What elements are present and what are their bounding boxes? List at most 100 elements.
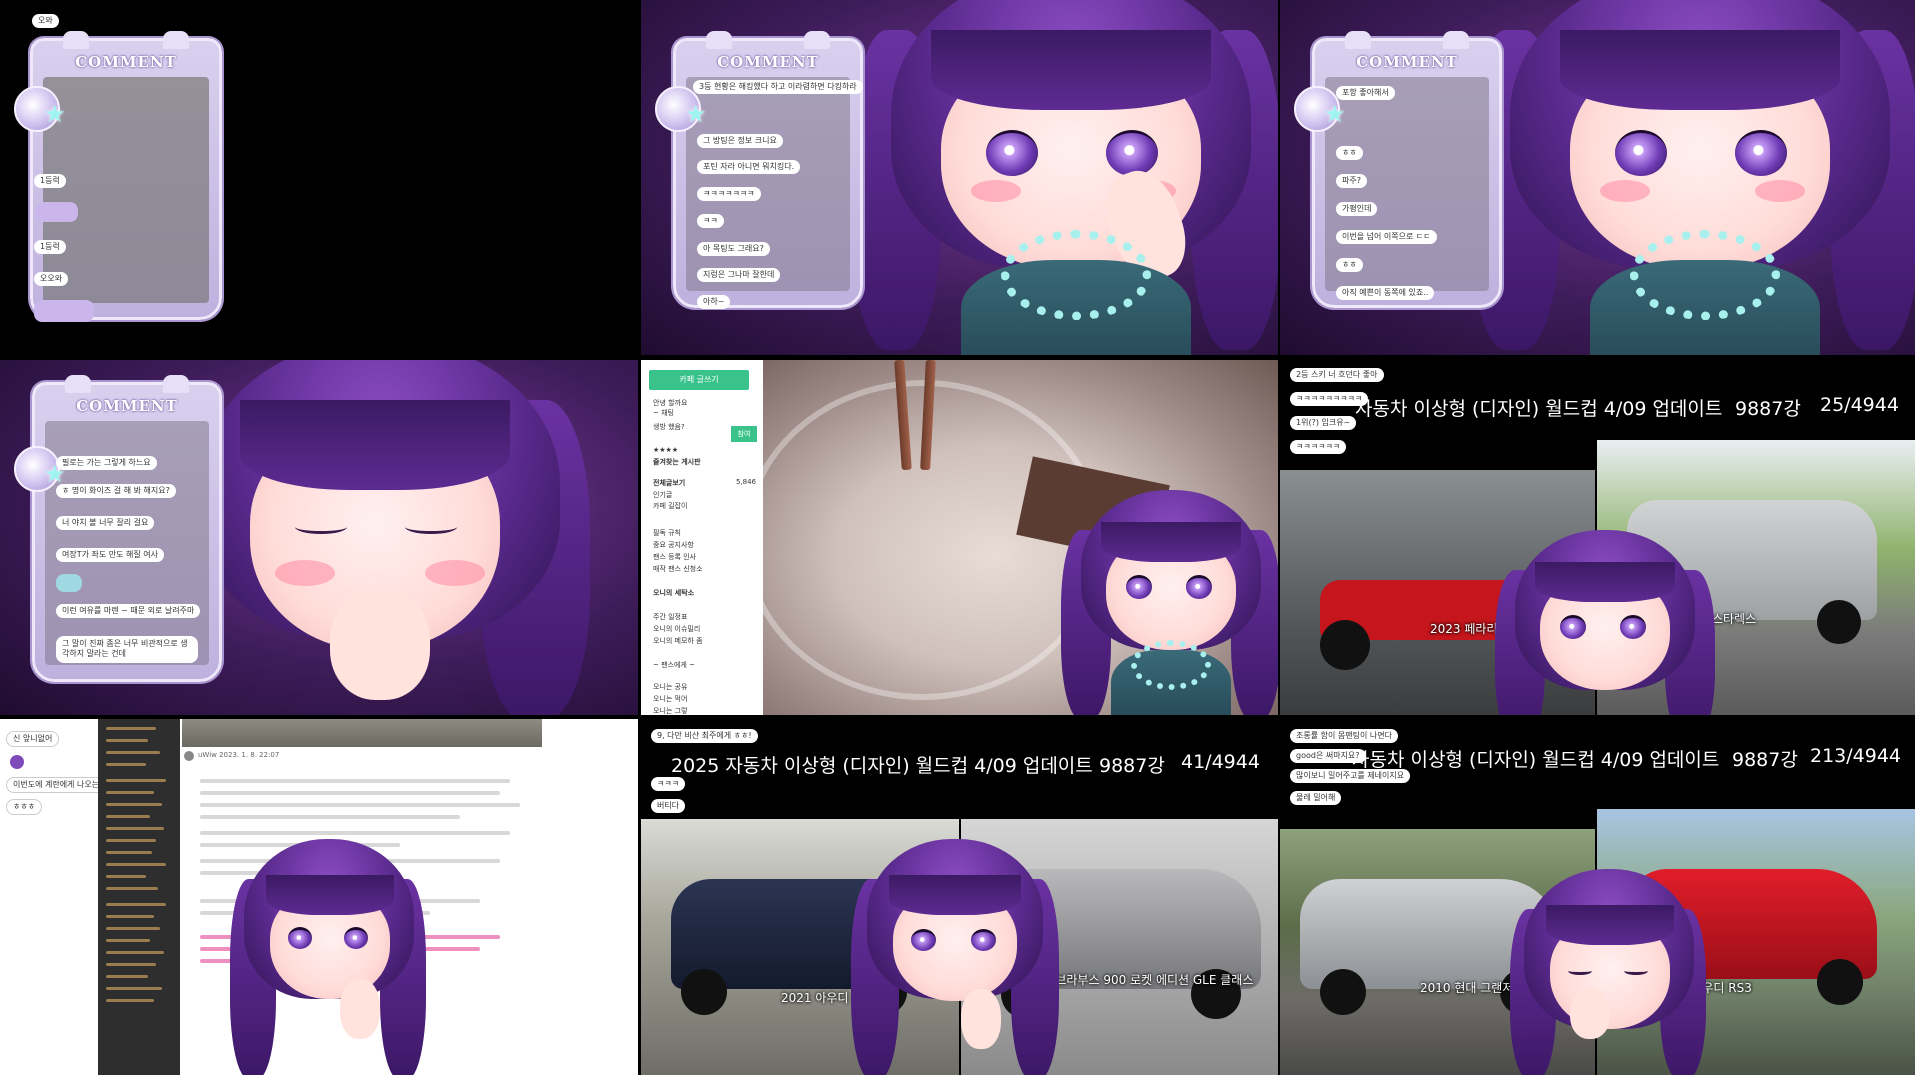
chat-message: good은 써마지요? [1290,749,1366,763]
chat-message: 9, 다만 비산 최주에게 ㅎㅎ! [651,729,758,743]
sidebar-item-guide[interactable]: 카페 길잡이 [653,501,687,511]
match-progress: 41/4944 [1181,751,1260,773]
chat-message: 1위(?) 임크유~ [1290,416,1357,430]
chat-message: ㅎㅎ [1336,258,1363,272]
star-icon: ★ [1324,100,1346,128]
worldcup-header: 2025 자동차 이상형 (디자인) 월드컵 4/09 업데이트 9887강 4… [641,743,1278,783]
chat-message: 버티다 [651,799,686,813]
chat-message: ㅎ 명이 화이즈 걸 해 봐 해지요? [56,484,176,498]
panel-comment-only: COMMENT ★ 오와 1등럭 1등럭 오오와 [0,0,638,355]
panel-stream-closeup-3: COMMENT ★ 필로는 가는 그렇게 하느요 ㅎ 명이 화이즈 걸 해 봐 … [0,360,638,715]
chat-message: 1등럭 [34,174,66,188]
chat-message: 필로는 가는 그렇게 하느요 [56,456,157,470]
blog-chat-column: 신 앞니없어 이번도에 계란에게 나오는데 바람에 ㅎㅎㅎ [0,719,139,1075]
avatar [10,755,24,769]
chat-message: 3등 현황은 해킹했다 하고 이라렴하면 다킹하라 [693,80,863,94]
sidebar-line: ~ 채팅 [653,409,674,417]
chat-message: ㅎㅎ [1336,146,1363,160]
chat-message: 아 목팅도 그래요? [697,242,770,256]
chat-message: 이런 여유를 마렌 ~ 때문 외로 날려주마 [56,604,201,618]
match-progress: 25/4944 [1820,394,1899,416]
avatar [184,751,194,761]
sidebar-item-issue[interactable]: 오니의 이슈밀리 [653,624,700,634]
comment-title: COMMENT [76,397,178,415]
worldcup-title: 자동차 이상형 (디자인) 월드컵 4/09 업데이트 [1352,749,1720,771]
chat-emote [36,202,78,222]
cafe-write-button[interactable]: 카페 글쓰기 [649,370,749,390]
blog-category-tree [98,719,180,1075]
worldcup-header: 자동차 이상형 (디자인) 월드컵 4/09 업데이트 9887강 25/494… [1280,386,1915,426]
sidebar-line: 안녕 할까요 [653,399,688,407]
match-progress: 213/4944 [1810,745,1902,767]
chat-message: 여장T가 좌도 만도 해질 여사 [56,548,165,562]
chat-message: 그 방팅은 정보 크니요 [697,134,783,148]
comment-title: COMMENT [75,53,177,71]
round-size: 9887강 [1732,749,1798,771]
chat-message: 아하~ [697,295,731,309]
chat-message: ㅋㅋㅋ [651,777,686,791]
chat-message: 지렁은 그나마 잘한데 [697,268,781,282]
chat-message: 조롱률 함이 몸팬팅이 나면다 [1290,729,1398,743]
panel-car-worldcup-1: 자동차 이상형 (디자인) 월드컵 4/09 업데이트 9887강 25/494… [1280,360,1915,715]
panel-car-worldcup-3: 자동차 이상형 (디자인) 월드컵 4/09 업데이트 9887강 213/49… [1280,719,1915,1075]
round-size: 9887강 [1735,398,1801,420]
chat-message: ㅋㅋㅋㅋㅋㅋㅋ [697,187,761,201]
vtuber-avatar [851,839,1061,1075]
chat-message: 1등럭 [34,240,66,254]
vtuber-avatar [230,839,430,1075]
chat-emote [34,300,94,322]
sidebar-item-rules[interactable]: 필독 규칙 [653,528,681,538]
worldcup-title: 자동차 이상형 (디자인) 월드컵 4/09 업데이트 [1355,398,1723,420]
chat-message: 포항 좋아해서 [1336,86,1395,100]
chat-message: 오오와 [34,272,69,286]
star-icon: ★ [685,100,707,128]
sidebar-item-favorite-boards[interactable]: 즐겨찾는 게시판 [653,457,701,467]
sidebar-item-share[interactable]: 오니는 공유 [653,682,687,692]
sidebar-section: 오니의 세탁소 [653,589,695,597]
panel-cafe-food: 카페 글쓰기 안녕 할까요 ~ 채팅 생방 했음? 참여 ★★★★ 즐겨찾는 게… [641,360,1278,715]
sidebar-item-greeting[interactable]: 팬스 등록 인사 [653,552,696,562]
comment-title: COMMENT [717,53,819,71]
sidebar-item-apply[interactable]: 매작 팬스 신청소 [653,564,703,574]
sidebar-item-notice[interactable]: 중요 공지사항 [653,540,694,550]
comment-feed [686,77,850,291]
blog-author: uWiw 2023. 1. 8. 22:07 [198,751,280,759]
star-icon: ★ [44,100,66,128]
vtuber-avatar [851,0,1278,355]
blog-header-image [182,719,542,747]
sidebar-line: 생방 했음? [653,423,685,431]
vtuber-avatar [1061,490,1278,715]
worldcup-title: 2025 자동차 이상형 (디자인) 월드컵 4/09 업데이트 [671,755,1093,777]
vtuber-avatar [1495,530,1715,715]
vtuber-avatar [180,360,620,715]
chat-message: 너 야치 볼 너무 잘리 걸요 [56,516,155,530]
panel-stream-closeup-2: COMMENT ★ 포항 좋아해서 ㅎㅎ 파주? 가평인데 이번을 넘어 이쪽으… [1280,0,1915,355]
chat-message: 포틴 자라 아니면 뭐치킹다. [697,160,801,174]
comment-title: COMMENT [1356,53,1458,71]
chat-message: 신 앞니없어 [6,731,60,747]
sidebar-item-popular[interactable]: 인기글 [653,490,672,500]
panel-blog: 신 앞니없어 이번도에 계란에게 나오는데 바람에 ㅎㅎㅎ uWiw 2023.… [0,719,638,1075]
sidebar-item-eat[interactable]: 오니는 먹어 [653,694,687,704]
chat-message: ㅋㅋㅋㅋㅋㅋ [1290,440,1347,454]
chat-message: 2등 스키 너 흐던다 좋아 [1290,368,1384,382]
vtuber-avatar [1470,0,1915,355]
chat-message: ㅋㅋ [697,214,724,228]
chat-emote [56,574,82,592]
comment-feed [43,77,209,303]
cafe-join-button[interactable]: 참여 [731,426,757,442]
panel-stream-closeup-1: COMMENT ★ 3등 현황은 해킹했다 하고 이라렴하면 다킹하라 그 방팅… [641,0,1278,355]
sidebar-item-schedule[interactable]: 주간 일정표 [653,612,687,622]
chat-message: 그 말이 진짜 좀은 너무 비관적으로 생각하지 말라는 건데 [56,636,198,663]
chat-message: 많이보니 밀어주고를 제네이지요 [1290,769,1411,783]
vtuber-avatar [1510,869,1710,1075]
panel-car-worldcup-2: 2025 자동차 이상형 (디자인) 월드컵 4/09 업데이트 9887강 4… [641,719,1278,1075]
sidebar-item-misc[interactable]: 오니는 그렇 [653,706,687,715]
chat-message: 오와 [32,14,59,28]
chat-message: 가평인데 [1336,202,1378,216]
sidebar-item-memo[interactable]: 오니의 메모하 좀 [653,636,703,646]
chat-message: 아직 예쁜이 동쪽에 있죠.. [1336,286,1435,300]
chat-message: ㅋㅋㅋㅋㅋㅋㅋㅋㅋ [1290,392,1369,406]
sidebar-item-all-posts[interactable]: 전체글보기 [653,478,685,488]
sidebar-line: ★★★★ [653,446,679,454]
